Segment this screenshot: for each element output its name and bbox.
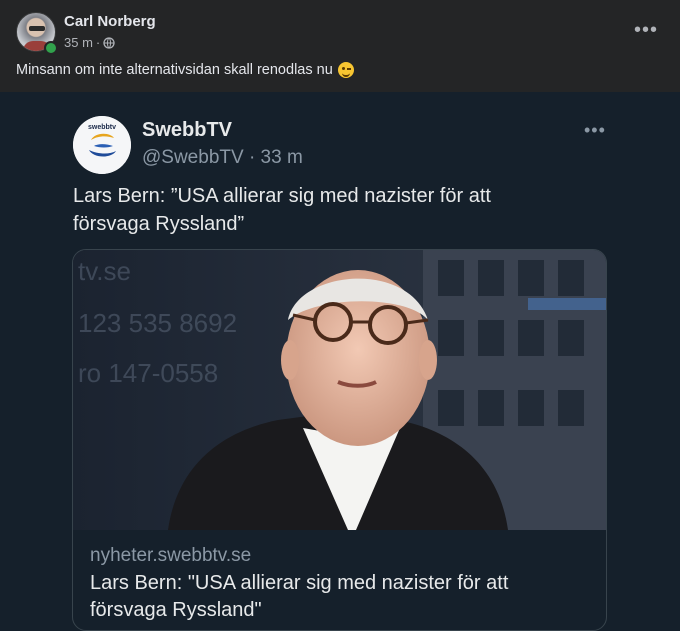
background-text-3: ro 147-0558	[78, 358, 218, 388]
background-text-2: 123 535 8692	[78, 308, 237, 338]
facebook-post-header: Carl Norberg 35 m · ••• Minsann om inte …	[0, 0, 680, 92]
link-preview-card[interactable]: tv.se 123 535 8692 ro 147-0558 nyheter.s…	[72, 249, 607, 631]
avatar-glasses	[29, 26, 45, 31]
author-name[interactable]: Carl Norberg	[64, 13, 156, 30]
post-text: Minsann om inte alternativsidan skall re…	[16, 62, 333, 78]
tweet-text: Lars Bern: ”USA allierar sig med naziste…	[73, 185, 491, 235]
swebbtv-logo-avatar[interactable]: swebbtv	[73, 116, 131, 174]
card-image[interactable]: tv.se 123 535 8692 ro 147-0558	[73, 250, 606, 530]
post-caption: Minsann om inte alternativsidan skall re…	[16, 62, 354, 78]
tweet-author-name[interactable]: SwebbTV	[142, 119, 232, 142]
card-title[interactable]: Lars Bern: "USA allierar sig med naziste…	[90, 570, 590, 624]
tweet-handle-time[interactable]: @SwebbTV · 33 m	[142, 147, 303, 169]
background-text-1: tv.se	[78, 256, 131, 286]
winking-face-emoji-icon	[337, 62, 354, 78]
swebbtv-logo-icon: swebbtv	[73, 116, 131, 174]
globe-icon[interactable]	[103, 36, 115, 49]
svg-text:swebbtv: swebbtv	[88, 124, 116, 131]
post-time[interactable]: 35 m	[64, 35, 93, 50]
meta-separator: ·	[95, 35, 101, 50]
post-more-options-button[interactable]: •••	[634, 20, 658, 40]
tweet-more-options-button[interactable]: •••	[584, 120, 606, 141]
news-studio-photo: tv.se 123 535 8692 ro 147-0558	[73, 250, 606, 530]
post-meta: 35 m ·	[64, 35, 115, 50]
online-status-indicator	[44, 41, 58, 55]
card-domain[interactable]: nyheter.swebbtv.se	[90, 545, 251, 567]
